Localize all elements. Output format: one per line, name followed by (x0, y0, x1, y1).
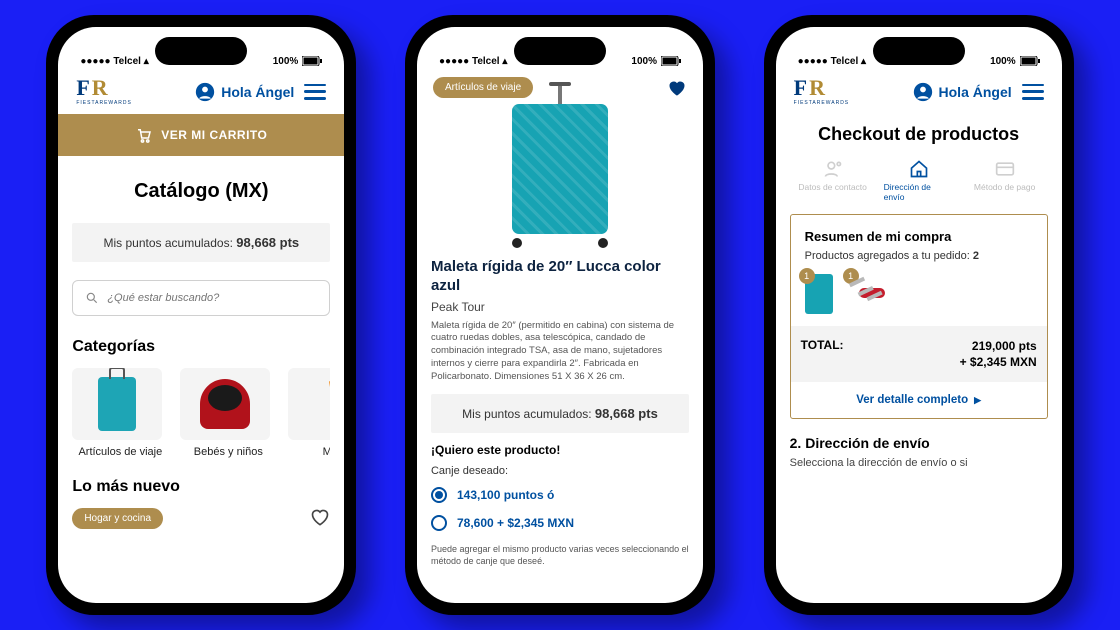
user-greeting[interactable]: Hola Ángel (195, 82, 294, 102)
search-input[interactable] (107, 292, 317, 304)
status-bar: ●●●●● Telcel ▴ 100% (58, 27, 344, 69)
phone-checkout: ●●●●● Telcel ▴ 100% FR FIESTAREWARDS Hol… (764, 15, 1074, 615)
checkout-steps: Datos de contacto Dirección de envío Mét… (790, 159, 1048, 202)
battery-icon (1020, 56, 1040, 67)
user-icon (195, 82, 215, 102)
person-icon (823, 159, 843, 179)
redeem-label: Canje deseado: (431, 465, 689, 477)
view-detail-link[interactable]: Ver detalle completo (805, 394, 1033, 406)
status-bar: ●●●●● Telcel ▴ 100% (776, 27, 1062, 69)
phone-catalog: ●●●●● Telcel ▴ 100% FR FIESTAREWARDS Hol… (46, 15, 356, 615)
swiss-knife-icon (849, 274, 891, 308)
qty-badge: 1 (799, 268, 815, 284)
radio-selected-icon (431, 487, 447, 503)
product-tag: Hogar y cocina (72, 508, 163, 529)
category-baby[interactable]: Bebés y niños (180, 368, 276, 458)
favorite-button[interactable] (667, 79, 687, 97)
summary-item-suitcase[interactable]: 1 (805, 274, 833, 314)
search-field[interactable] (72, 280, 330, 316)
product-description: Maleta rígida de 20″ (permitido en cabin… (431, 320, 689, 384)
logo[interactable]: FR FIESTAREWARDS (76, 77, 132, 106)
battery-icon (661, 56, 681, 67)
battery-label: 100% (273, 56, 299, 67)
battery-icon (302, 56, 322, 67)
wifi-icon: ▴ (144, 56, 149, 67)
radio-icon (431, 515, 447, 531)
menu-button[interactable] (1022, 84, 1044, 100)
search-icon (85, 291, 99, 305)
summary-heading: Resumen de mi compra (805, 229, 1033, 244)
product-image[interactable] (431, 104, 689, 248)
view-cart-button[interactable]: VER MI CARRITO (58, 114, 344, 156)
shipping-body: Selecciona la dirección de envío o si (790, 457, 1048, 469)
total-row: TOTAL: 219,000 pts + $2,345 MXN (791, 326, 1047, 382)
step-contact[interactable]: Datos de contacto (798, 159, 868, 202)
step-shipping[interactable]: Dirección de envío (884, 159, 954, 202)
redeem-note: Puede agregar el mismo producto varias v… (431, 543, 689, 567)
shipping-heading: 2. Dirección de envío (790, 435, 1048, 451)
redeem-option-points[interactable]: 143,100 puntos ó (431, 487, 689, 503)
category-icon (301, 372, 330, 436)
order-summary-box: Resumen de mi compra Productos agregados… (790, 214, 1048, 419)
phone-product: ●●●●● Telcel ▴ 100% Artículos de viaje M… (405, 15, 715, 615)
baby-seat-icon (200, 379, 250, 429)
newest-heading: Lo más nuevo (72, 478, 330, 496)
checkout-title: Checkout de productos (790, 124, 1048, 145)
carrier-label: ●●●●● Telcel ▴ (798, 56, 866, 67)
brand-sub: FIESTAREWARDS (76, 101, 132, 106)
card-icon (995, 159, 1015, 179)
product-title: Maleta rígida de 20″ Lucca color azul (431, 258, 689, 296)
home-icon (909, 159, 929, 179)
categories-heading: Categorías (72, 338, 330, 356)
category-travel[interactable]: Artículos de viaje (72, 368, 168, 458)
summary-item-knife[interactable]: 1 (849, 274, 891, 314)
user-greeting[interactable]: Hola Ángel (913, 82, 1012, 102)
product-category-tag[interactable]: Artículos de viaje (433, 77, 533, 98)
want-heading: ¡Quiero este producto! (431, 443, 689, 457)
carrier-label: ●●●●● Telcel ▴ (80, 56, 148, 67)
menu-button[interactable] (304, 84, 326, 100)
newest-card[interactable]: Hogar y cocina (72, 508, 330, 529)
logo[interactable]: FR FIESTAREWARDS (794, 77, 850, 106)
suitcase-icon (98, 377, 136, 431)
category-row[interactable]: Artículos de viaje Bebés y niños Mone (72, 368, 330, 458)
status-bar: ●●●●● Telcel ▴ 100% (417, 27, 703, 69)
product-brand: Peak Tour (431, 300, 689, 314)
points-summary: Mis puntos acumulados: 98,668 pts (72, 223, 330, 262)
redeem-option-mixed[interactable]: 78,600 + $2,345 MXN (431, 515, 689, 531)
page-title: Catálogo (MX) (72, 180, 330, 203)
carrier-label: ●●●●● Telcel ▴ (439, 56, 507, 67)
summary-line: Productos agregados a tu pedido: 2 (805, 250, 1033, 262)
category-partial[interactable]: Mone (288, 368, 330, 458)
points-summary: Mis puntos acumulados: 98,668 pts (431, 394, 689, 433)
favorite-button[interactable] (310, 508, 330, 526)
step-payment[interactable]: Método de pago (970, 159, 1040, 202)
cart-icon (135, 126, 153, 144)
user-icon (913, 82, 933, 102)
